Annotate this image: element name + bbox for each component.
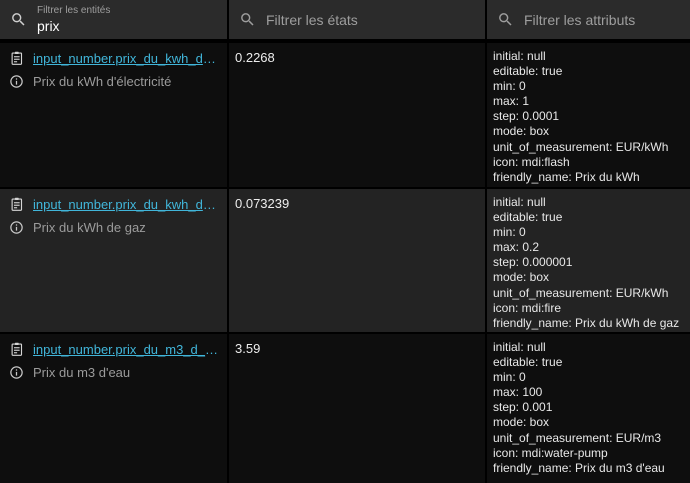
entity-filter-input[interactable] xyxy=(37,18,217,34)
search-icon xyxy=(10,11,27,28)
entity-cell: input_number.prix_du_kwh_d_electricite P… xyxy=(0,43,227,187)
attributes-cell: initial: null editable: true min: 0 max:… xyxy=(487,334,690,483)
search-icon xyxy=(497,11,514,28)
attributes-cell: initial: null editable: true min: 0 max:… xyxy=(487,189,690,332)
entity-friendly-name: Prix du kWh d'électricité xyxy=(33,74,171,89)
entity-cell: input_number.prix_du_m3_d_eau Prix du m3… xyxy=(0,334,227,483)
search-icon xyxy=(239,11,256,28)
copy-entity-id-icon[interactable] xyxy=(8,50,24,66)
state-filter-input[interactable] xyxy=(266,12,475,28)
state-filter-field xyxy=(229,0,485,41)
attribute-filter-input[interactable] xyxy=(524,12,680,28)
state-cell: 0.073239 xyxy=(229,189,485,332)
state-cell: 0.2268 xyxy=(229,43,485,187)
entity-id-link[interactable]: input_number.prix_du_kwh_d_electricite xyxy=(33,51,221,66)
info-icon[interactable] xyxy=(8,364,24,380)
attributes-cell: initial: null editable: true min: 0 max:… xyxy=(487,43,690,187)
entity-filter-field: Filtrer les entités xyxy=(0,0,227,41)
copy-entity-id-icon[interactable] xyxy=(8,341,24,357)
state-value: 0.2268 xyxy=(235,50,275,65)
entity-friendly-name: Prix du kWh de gaz xyxy=(33,220,146,235)
state-value: 0.073239 xyxy=(235,196,289,211)
info-icon[interactable] xyxy=(8,73,24,89)
entity-friendly-name: Prix du m3 d'eau xyxy=(33,365,130,380)
entity-id-link[interactable]: input_number.prix_du_m3_d_eau xyxy=(33,342,221,357)
copy-entity-id-icon[interactable] xyxy=(8,196,24,212)
info-icon[interactable] xyxy=(8,219,24,235)
state-value: 3.59 xyxy=(235,341,260,356)
entity-filter-label: Filtrer les entités xyxy=(37,5,217,17)
attribute-filter-field xyxy=(487,0,690,41)
entity-id-link[interactable]: input_number.prix_du_kwh_de_gaz xyxy=(33,197,221,212)
state-cell: 3.59 xyxy=(229,334,485,483)
states-dev-tool-table: Filtrer les entités input_number.prix_du… xyxy=(0,0,690,483)
entity-cell: input_number.prix_du_kwh_de_gaz Prix du … xyxy=(0,189,227,332)
